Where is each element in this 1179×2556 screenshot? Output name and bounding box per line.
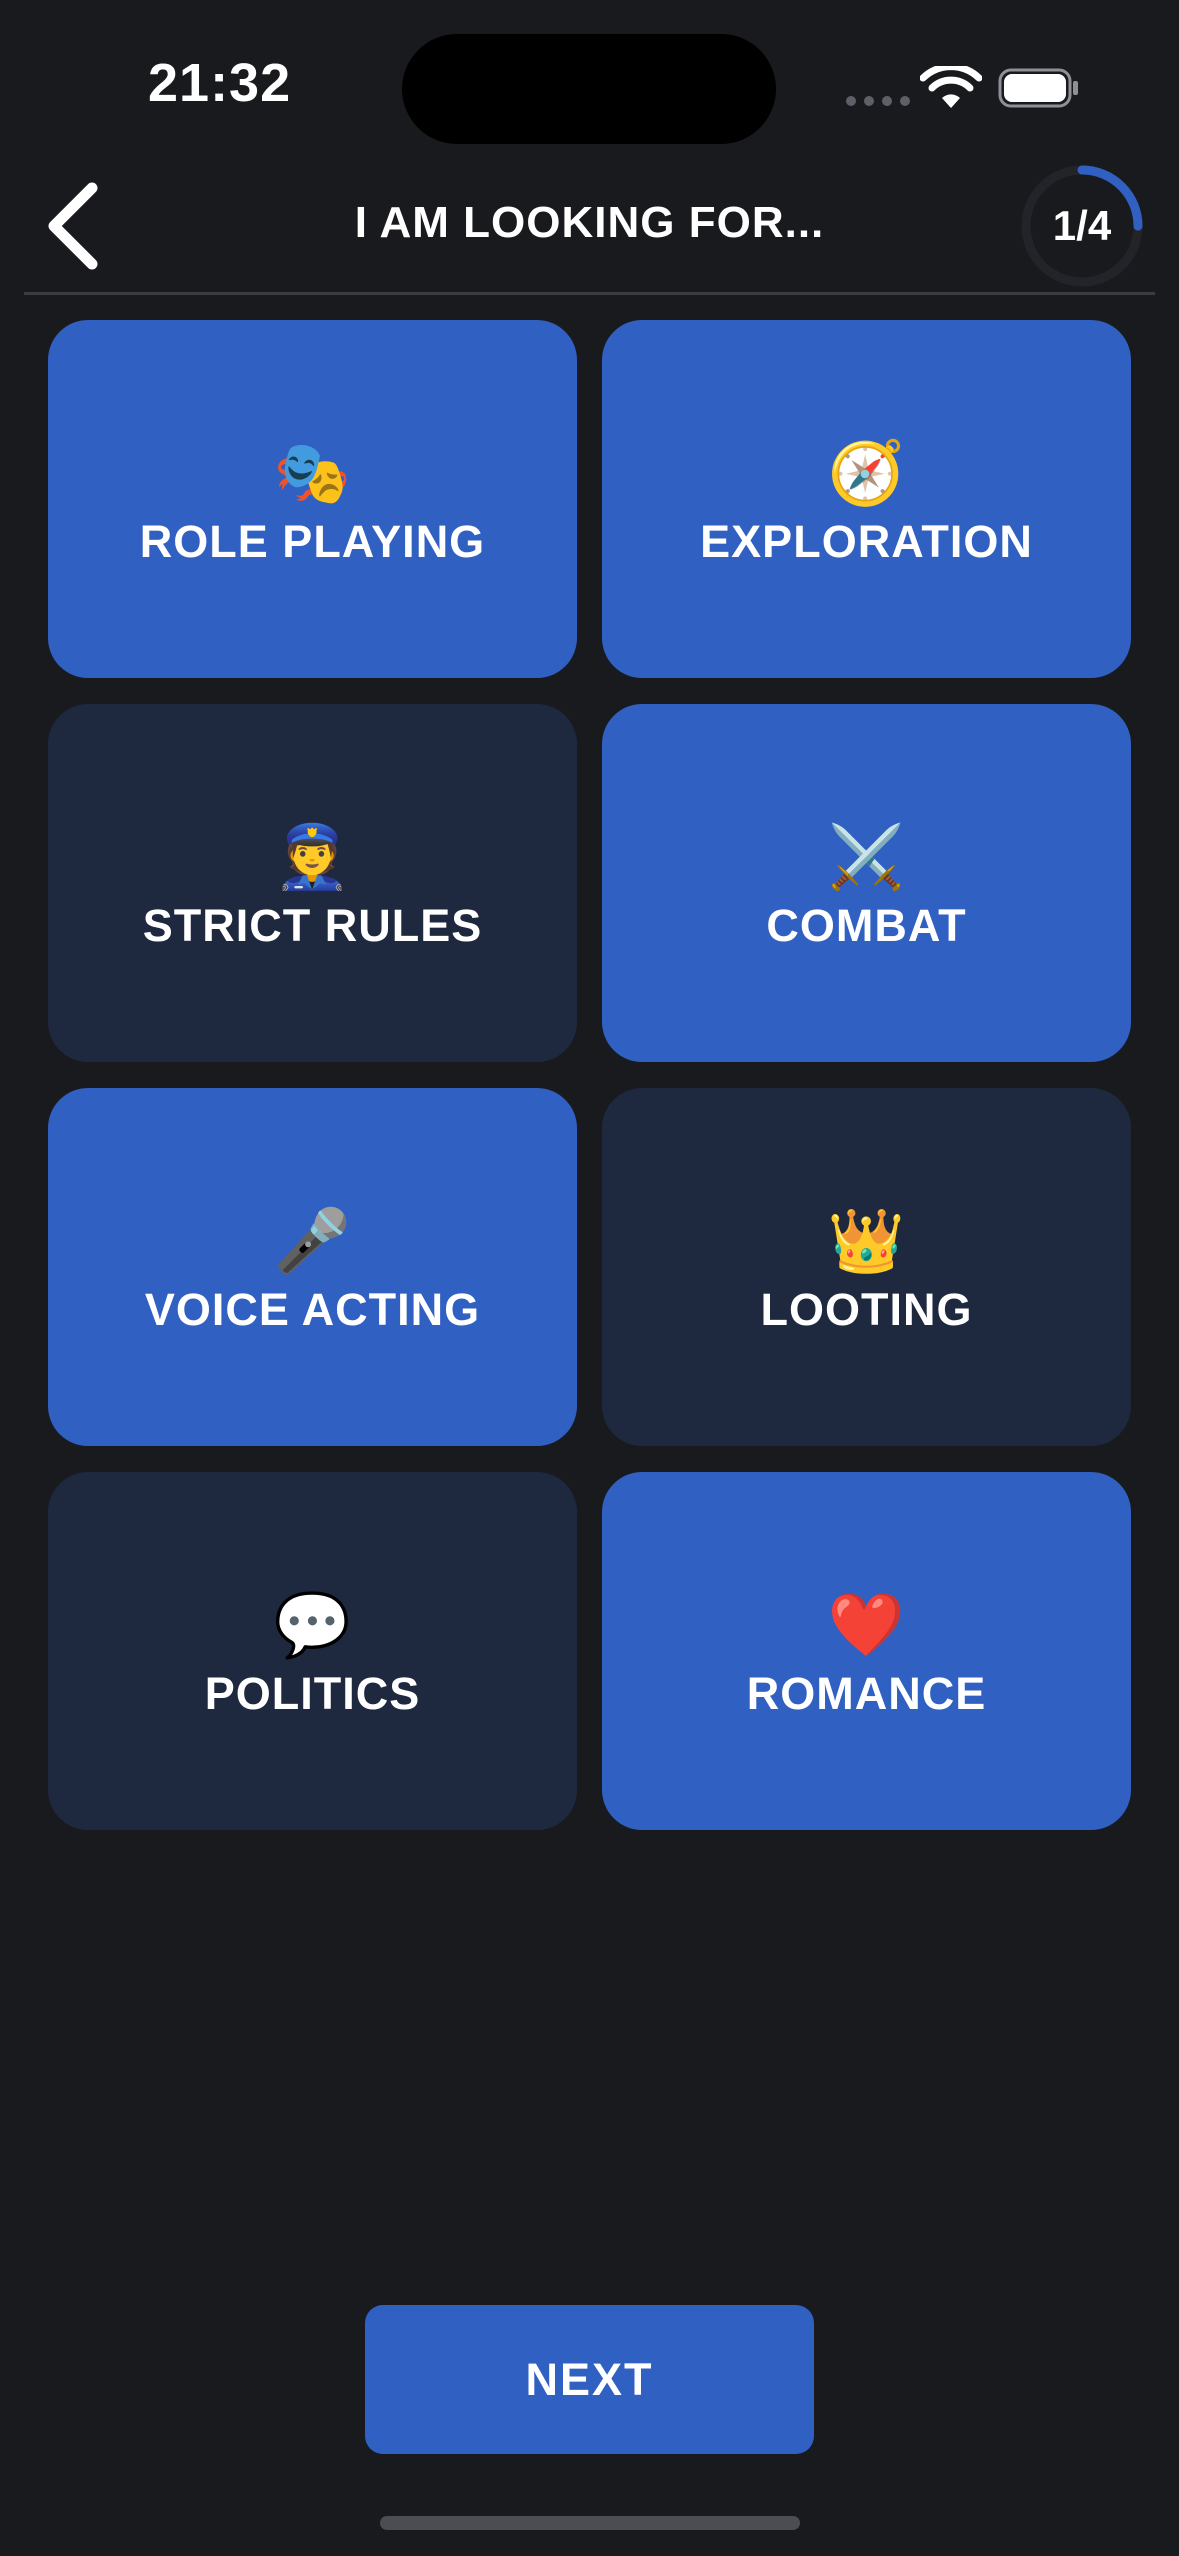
battery-icon	[998, 68, 1078, 108]
header-divider	[24, 292, 1155, 295]
option-tile-combat[interactable]: ⚔️ COMBAT	[602, 704, 1131, 1062]
option-tile-politics[interactable]: 💬 POLITICS	[48, 1472, 577, 1830]
cellular-signal-icon	[846, 96, 910, 106]
option-label: VOICE ACTING	[144, 1284, 481, 1335]
option-label: COMBAT	[766, 900, 967, 951]
back-chevron-icon[interactable]	[40, 178, 110, 274]
dynamic-island	[402, 34, 776, 144]
wifi-icon	[920, 66, 982, 108]
status-time: 21:32	[148, 53, 292, 113]
step-counter: 1/4	[1052, 202, 1112, 249]
option-tile-looting[interactable]: 👑 LOOTING	[602, 1088, 1131, 1446]
police-officer-icon: 👮	[273, 823, 352, 892]
page-title: I AM LOOKING FOR...	[354, 198, 825, 247]
option-tile-voice-acting[interactable]: 🎤 VOICE ACTING	[48, 1088, 577, 1446]
option-label: ROMANCE	[746, 1668, 987, 1719]
option-label: POLITICS	[204, 1668, 421, 1719]
interest-options-grid: 🎭 ROLE PLAYING 🧭 EXPLORATION 👮 STRICT RU…	[48, 320, 1131, 1830]
option-tile-romance[interactable]: ❤️ ROMANCE	[602, 1472, 1131, 1830]
speech-bubble-icon: 💬	[273, 1591, 352, 1660]
option-label: STRICT RULES	[142, 900, 483, 951]
option-label: LOOTING	[760, 1284, 973, 1335]
crown-icon: 👑	[827, 1207, 906, 1276]
option-tile-exploration[interactable]: 🧭 EXPLORATION	[602, 320, 1131, 678]
option-label: EXPLORATION	[700, 516, 1033, 567]
option-tile-strict-rules[interactable]: 👮 STRICT RULES	[48, 704, 577, 1062]
microphone-icon: 🎤	[273, 1207, 352, 1276]
red-heart-icon: ❤️	[827, 1591, 906, 1660]
compass-icon: 🧭	[827, 439, 906, 508]
crossed-swords-icon: ⚔️	[827, 823, 906, 892]
option-label: ROLE PLAYING	[139, 516, 486, 567]
next-button[interactable]: NEXT	[365, 2305, 814, 2454]
home-indicator[interactable]	[380, 2516, 800, 2530]
option-tile-role-playing[interactable]: 🎭 ROLE PLAYING	[48, 320, 577, 678]
performing-arts-icon: 🎭	[273, 439, 352, 508]
